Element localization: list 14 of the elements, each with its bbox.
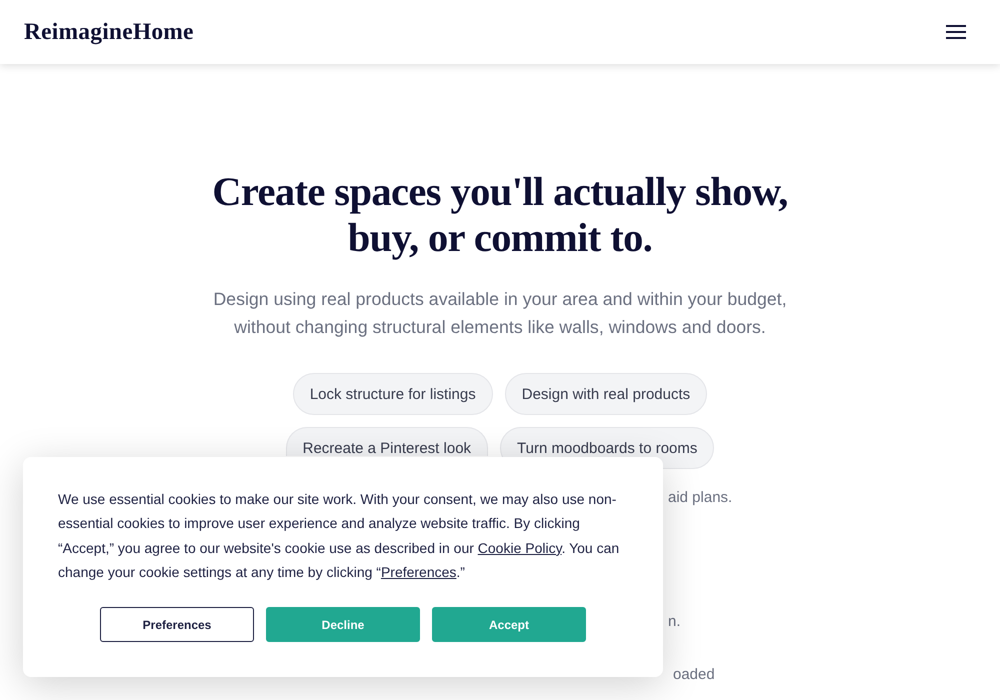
hero-heading: Create spaces you'll actually show, buy, or commit to. [211,169,789,261]
policy-link[interactable]: Preferences [380,564,456,580]
cookie-button[interactable]: Preferences [100,607,254,642]
cookie-notice-text: We use essential cookies to make our site work. With your consent, we may also use non-essential cookies to improve user experience and analyze website traffic. By clicking “Accept,” you agree to our website's cookie use as described in our Cookie Policy. You can change your cookie settings at any time by clicking “Preferences.” [58,490,620,582]
policy-link[interactable]: Cookie Policy [478,540,562,556]
partly-covered-text: n. [668,613,681,630]
suggestion-chip[interactable]: Design with real products [504,373,708,415]
suggestion-chip[interactable]: Recreate a Pinterest look [286,427,488,456]
hero-subtitle: Design using real products available in your area and within your budget, without changing structural elements like walls, windows and doors. [212,288,788,339]
partly-covered-text: oaded [673,666,715,683]
suggestion-chip[interactable]: Lock structure for listings [292,373,493,415]
menu-icon[interactable] [946,25,966,39]
site-logo[interactable]: ReimagineHome [24,18,194,46]
partly-covered-text: aid plans. [668,489,732,506]
